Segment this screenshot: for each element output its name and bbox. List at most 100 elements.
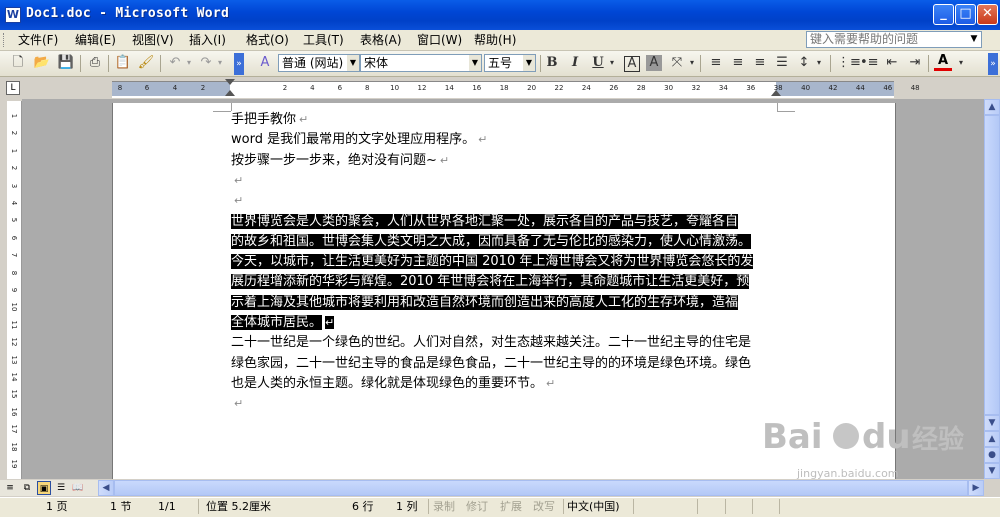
hanging-indent-marker[interactable] (225, 90, 235, 96)
scale-dropdown-icon[interactable]: ▾ (683, 54, 701, 72)
first-line-indent-marker[interactable] (225, 79, 235, 85)
line-text[interactable]: 二十一世纪是一个绿色的世纪。人们对自然，对生态越来越关注。二十一世纪主导的住宅是 (231, 335, 751, 350)
close-button[interactable]: ✕ (977, 4, 998, 25)
selected-text[interactable]: 示着上海及其他城市将要利用和改造自然环境而创造出来的高度人工化的生存环境，造福 (231, 294, 739, 310)
document-line[interactable]: 全体城市居民。 ↵ (231, 313, 335, 333)
minimize-button[interactable]: _ (933, 4, 954, 25)
char-border-icon[interactable]: A (624, 56, 640, 72)
format-painter-icon[interactable]: 🖌 (137, 54, 155, 72)
redo-dropdown-icon[interactable]: ▾ (211, 54, 229, 72)
document-line[interactable]: 二十一世纪是一个绿色的世纪。人们对自然，对生态越来越关注。二十一世纪主导的住宅是 (231, 333, 751, 353)
italic-button[interactable]: I (566, 54, 584, 72)
next-page-icon[interactable]: ▼ (984, 463, 1000, 479)
scroll-down-icon[interactable]: ▼ (984, 415, 1000, 431)
align-left-icon[interactable]: ≡ (707, 54, 725, 72)
save-icon[interactable]: 💾 (57, 54, 75, 72)
font-select[interactable]: 宋体 ▼ (360, 54, 482, 72)
menu-file[interactable]: 文件(F) (15, 32, 61, 48)
style-select[interactable]: 普通 (网站) ▼ (278, 54, 360, 72)
document-line[interactable]: 手把手教你 ↵ (231, 110, 308, 130)
document-line[interactable]: 今天，以城市，让生活更美好为主题的中国 2010 年上海世博会又将为世界博览会悠… (231, 252, 754, 272)
scroll-right-icon[interactable]: ▶ (968, 480, 984, 496)
align-right-icon[interactable]: ≡ (751, 54, 769, 72)
document-line[interactable]: 也是人类的永恒主题。绿化就是体现绿色的重要环节。 ↵ (231, 374, 555, 394)
print-icon[interactable]: ⎙ (86, 54, 104, 72)
selected-text[interactable]: 展历程增添新的华彩与辉煌。2010 年世博会将在上海举行，其命题城市让生活更美好… (231, 274, 750, 290)
line-text[interactable]: 绿色家园，二十一世纪主导的食品是绿色食品，二十一世纪主导的的环境是绿色环境。绿色 (231, 356, 751, 371)
horizontal-scroll-thumb[interactable] (114, 480, 968, 496)
outline-view-icon[interactable]: ☰ (54, 481, 68, 495)
document-line[interactable]: 按步骤一步一步来，绝对没有问题~ ↵ (231, 151, 449, 171)
document-line[interactable]: 展历程增添新的华彩与辉煌。2010 年世博会将在上海举行，其命题城市让生活更美好… (231, 272, 750, 292)
document-line[interactable]: 绿色家园，二十一世纪主导的食品是绿色食品，二十一世纪主导的的环境是绿色环境。绿色 (231, 354, 751, 374)
document-line[interactable]: ↵ (231, 171, 243, 191)
status-record[interactable]: 录制 (433, 499, 455, 514)
underline-dropdown-icon[interactable]: ▾ (603, 54, 621, 72)
bold-button[interactable]: B (543, 54, 561, 72)
menu-edit[interactable]: 编辑(E) (72, 32, 119, 48)
line-text[interactable]: 按步骤一步一步来，绝对没有问题~ (231, 153, 437, 168)
document-line[interactable]: ↵ (231, 191, 243, 211)
menu-format[interactable]: 格式(O) (243, 32, 292, 48)
scroll-up-icon[interactable]: ▲ (984, 99, 1000, 115)
scroll-thumb[interactable] (984, 115, 1000, 415)
selected-text[interactable]: 世界博览会是人类的聚会，人们从世界各地汇聚一处，展示各自的产品与技艺，夸耀各自 (231, 213, 739, 229)
web-view-icon[interactable]: ⧉ (20, 481, 34, 495)
menu-view[interactable]: 视图(V) (129, 32, 177, 48)
menu-insert[interactable]: 插入(I) (186, 32, 229, 48)
document-line[interactable]: 示着上海及其他城市将要利用和改造自然环境而创造出来的高度人工化的生存环境，造福 (231, 293, 739, 313)
line-text[interactable]: word 是我们最常用的文字处理应用程序。 (231, 132, 475, 147)
word-app-icon[interactable]: W (5, 7, 21, 23)
normal-view-icon[interactable]: ≡ (3, 481, 17, 495)
help-search-input[interactable]: 键入需要帮助的问题 (806, 31, 982, 48)
selected-text[interactable]: 全体城市居民。 (231, 315, 323, 330)
document-line[interactable]: 世界博览会是人类的聚会，人们从世界各地汇聚一处，展示各自的产品与技艺，夸耀各自 (231, 212, 739, 232)
justify-icon[interactable]: ☰ (773, 54, 791, 72)
status-overtype[interactable]: 改写 (533, 499, 555, 514)
right-indent-marker[interactable] (771, 90, 781, 96)
chevron-down-icon[interactable]: ▼ (523, 55, 535, 71)
menu-tools[interactable]: 工具(T) (300, 32, 347, 48)
menu-help[interactable]: 帮助(H) (471, 32, 519, 48)
document-line[interactable]: ↵ (231, 394, 243, 414)
horizontal-scrollbar[interactable]: ◀ ▶ (98, 480, 984, 496)
font-size-select[interactable]: 五号 ▼ (484, 54, 536, 72)
tab-selector-icon[interactable]: L (6, 81, 20, 95)
scroll-left-icon[interactable]: ◀ (98, 480, 114, 496)
status-track-changes[interactable]: 修订 (466, 499, 488, 514)
status-extend[interactable]: 扩展 (500, 499, 522, 514)
menu-window[interactable]: 窗口(W) (414, 32, 465, 48)
print-layout-view-icon[interactable]: ▣ (37, 481, 51, 495)
font-color-dropdown-icon[interactable]: ▾ (952, 54, 970, 72)
line-text[interactable]: 也是人类的永恒主题。绿化就是体现绿色的重要环节。 (231, 376, 543, 391)
undo-dropdown-icon[interactable]: ▾ (180, 54, 198, 72)
line-text[interactable]: 手把手教你 (231, 112, 296, 127)
chevron-down-icon[interactable]: ▼ (347, 55, 359, 71)
paste-icon[interactable]: 📋 (114, 54, 132, 72)
toolbar-overflow-icon[interactable]: » (234, 53, 244, 75)
font-color-icon[interactable]: A (934, 54, 952, 71)
selected-text[interactable]: 的故乡和祖国。世博会集人类文明之大成，因而具备了无与伦比的感染力，使人心情激荡。 (231, 233, 752, 249)
line-spacing-dropdown-icon[interactable]: ▾ (810, 54, 828, 72)
new-document-icon[interactable]: 🗋 (9, 54, 27, 72)
menu-table[interactable]: 表格(A) (357, 32, 405, 48)
document-line[interactable]: 的故乡和祖国。世博会集人类文明之大成，因而具备了无与伦比的感染力，使人心情激荡。 (231, 232, 752, 252)
chevron-down-icon[interactable]: ▼ (469, 55, 481, 71)
vertical-scrollbar[interactable]: ▲ ▼ ▲ ● ▼ (984, 99, 1000, 479)
previous-page-icon[interactable]: ▲ (984, 431, 1000, 447)
document-line[interactable]: word 是我们最常用的文字处理应用程序。 ↵ (231, 130, 487, 150)
maximize-button[interactable]: □ (955, 4, 976, 25)
browse-object-icon[interactable]: ● (984, 447, 1000, 463)
numbering-icon[interactable]: ⋮≡ (837, 54, 861, 72)
help-dropdown-icon[interactable]: ▼ (968, 33, 980, 46)
open-folder-icon[interactable]: 📂 (33, 54, 51, 72)
toolbar-overflow-icon[interactable]: » (988, 53, 998, 75)
increase-indent-icon[interactable]: ⇥ (906, 54, 924, 72)
selected-text[interactable]: 今天，以城市，让生活更美好为主题的中国 2010 年上海世博会又将为世界博览会悠… (231, 254, 754, 270)
center-icon[interactable]: ≡ (729, 54, 747, 72)
decrease-indent-icon[interactable]: ⇤ (883, 54, 901, 72)
menu-grip[interactable] (3, 33, 7, 47)
char-shading-icon[interactable]: A (646, 55, 662, 71)
reading-view-icon[interactable]: 📖 (71, 481, 85, 495)
bullets-icon[interactable]: •≡ (860, 54, 879, 72)
